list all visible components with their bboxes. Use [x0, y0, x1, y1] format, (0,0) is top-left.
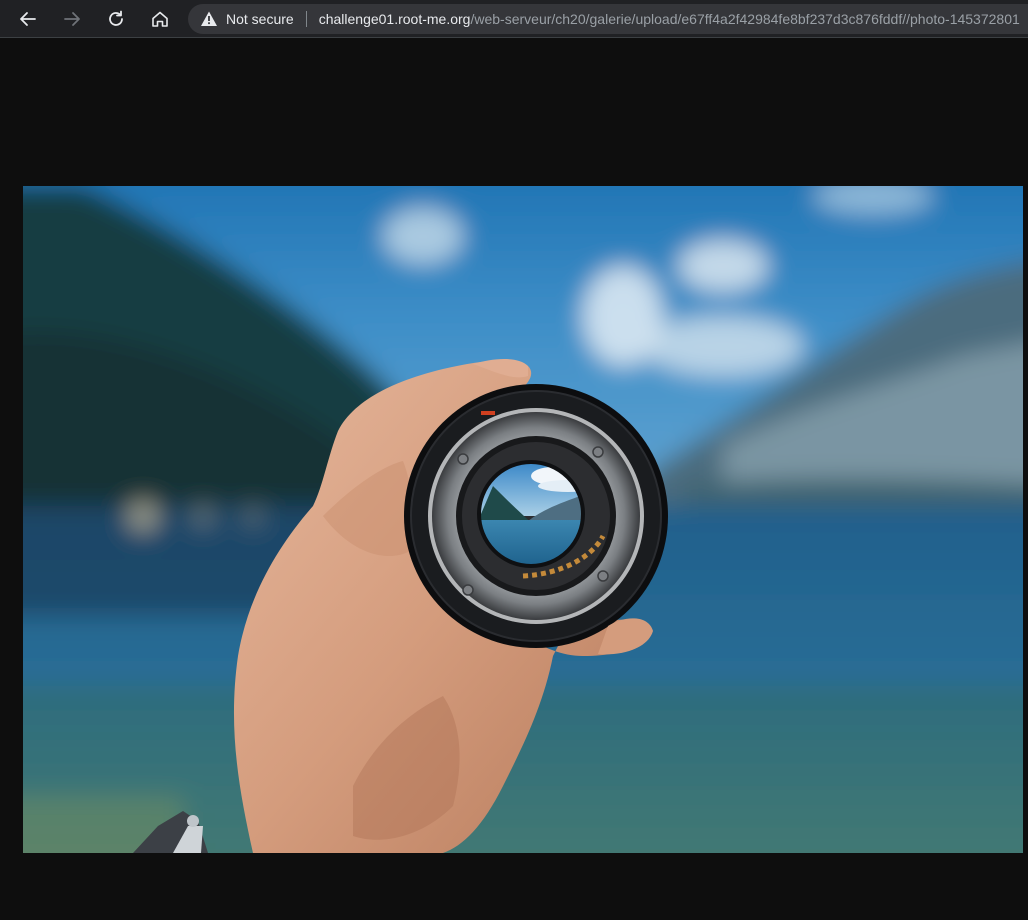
back-button[interactable]	[13, 4, 43, 34]
reload-button[interactable]	[101, 4, 131, 34]
image-viewer	[0, 38, 1028, 920]
url-text[interactable]: challenge01.root-me.org/web-serveur/ch20…	[319, 11, 1020, 27]
address-bar-divider	[305, 11, 307, 27]
address-bar[interactable]: Not secure challenge01.root-me.org/web-s…	[188, 4, 1028, 34]
url-host: challenge01.root-me.org	[318, 11, 471, 27]
url-path: /web-serveur/ch20/galerie/upload/e67ff4a…	[470, 11, 1020, 27]
security-status-label[interactable]: Not secure	[226, 11, 294, 27]
camera-lens	[404, 384, 668, 648]
arrow-right-icon	[64, 12, 80, 26]
forward-button[interactable]	[57, 4, 87, 34]
reload-icon	[109, 10, 123, 26]
warning-triangle-icon[interactable]	[200, 10, 218, 28]
arrow-left-icon	[20, 12, 36, 26]
home-button[interactable]	[145, 4, 175, 34]
home-icon	[152, 11, 168, 27]
browser-toolbar: Not secure challenge01.root-me.org/web-s…	[0, 0, 1028, 38]
photo-lens-over-lake[interactable]	[23, 186, 1023, 853]
